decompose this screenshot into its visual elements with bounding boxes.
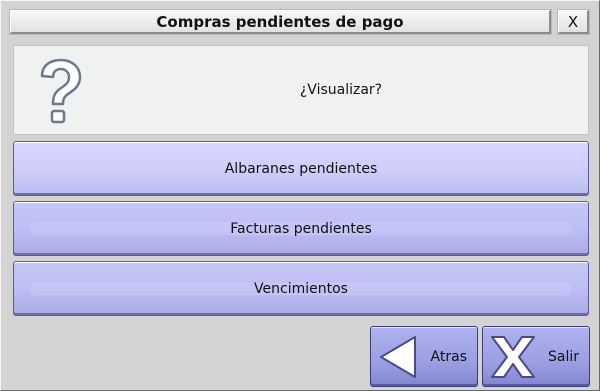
vencimientos-button[interactable]: Vencimientos [13,261,589,316]
close-icon: X [567,12,579,31]
facturas-pendientes-button[interactable]: Facturas pendientes [13,201,589,256]
title-bar: Compras pendientes de pago [9,9,552,35]
back-button[interactable]: Atras [370,326,478,387]
arrow-left-icon [380,336,416,378]
x-icon [491,336,535,378]
albaranes-pendientes-button[interactable]: Albaranes pendientes [13,141,589,196]
dialog-window: Compras pendientes de pago X ¿Visualizar… [0,0,600,391]
close-button[interactable]: X [557,9,590,35]
window-title: Compras pendientes de pago [156,12,404,31]
exit-label: Salir [547,348,579,365]
option-label: Facturas pendientes [230,220,372,237]
exit-button[interactable]: Salir [482,326,590,387]
message-text: ¿Visualizar? [299,82,383,98]
option-label: Albaranes pendientes [224,160,378,177]
option-label: Vencimientos [254,280,348,297]
message-panel: ¿Visualizar? [13,45,589,135]
back-label: Atras [430,348,467,365]
